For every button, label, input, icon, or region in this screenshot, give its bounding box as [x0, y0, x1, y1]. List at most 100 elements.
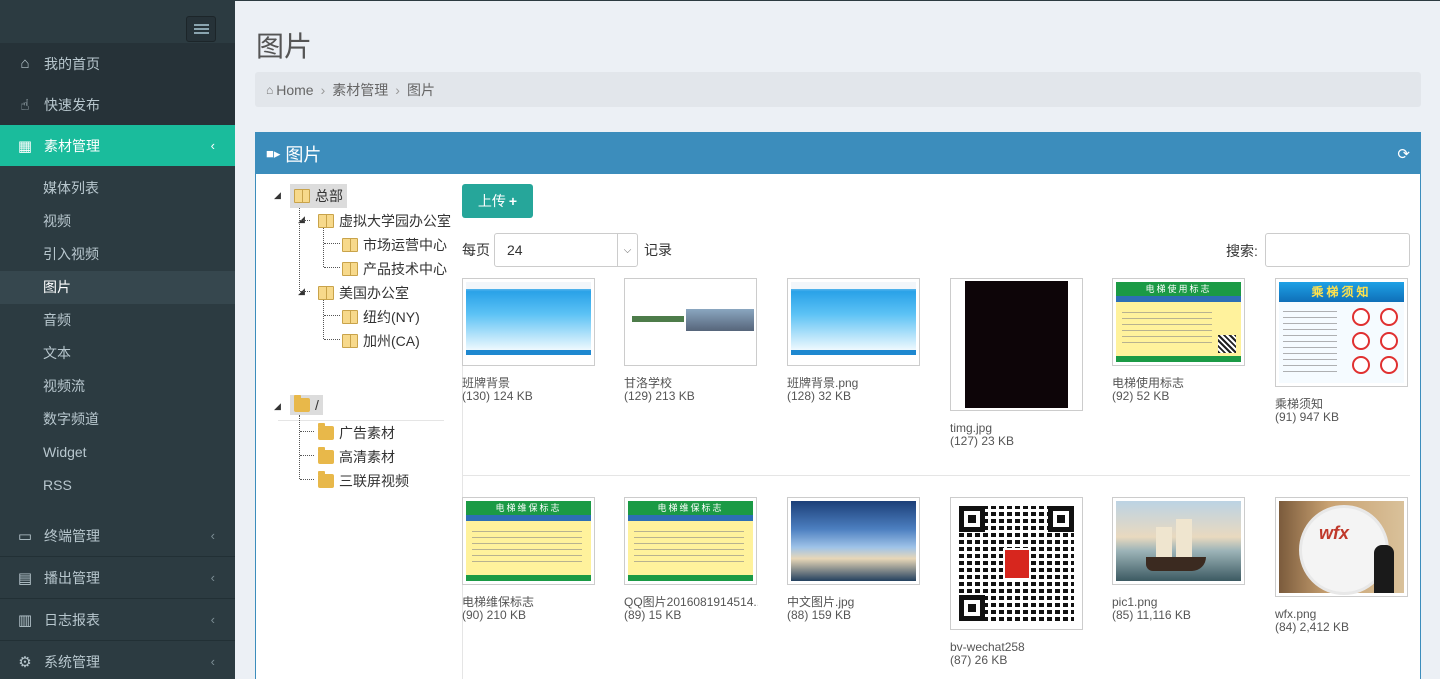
image-thumbnail[interactable]: 电梯维保标志 — [462, 497, 595, 585]
image-card[interactable]: timg.jpg (127) 23 KB — [950, 278, 1084, 447]
image-card[interactable]: bv-wechat258 (87) 26 KB — [950, 497, 1084, 666]
sidebar-item-reports[interactable]: ▥ 日志报表 ‹ — [0, 599, 235, 640]
hand-pointer-icon: ☝ — [20, 96, 30, 114]
tree-node-us-office[interactable]: 美国办公室 — [318, 283, 409, 303]
sidebar-item-label: 日志报表 — [44, 611, 100, 628]
sidebar-subitem-stream[interactable]: 视频流 — [0, 370, 235, 403]
sidebar-item-quick-publish[interactable]: ☝ 快速发布 — [0, 84, 235, 125]
sidebar-item-home[interactable]: ⌂ 我的首页 — [0, 43, 235, 84]
sidebar-item-label: 播出管理 — [44, 569, 100, 586]
sidebar-subitem-widget[interactable]: Widget — [0, 436, 235, 469]
sidebar-item-system[interactable]: ⚙ 系统管理 ‹ — [0, 641, 235, 679]
tree-node-label: / — [315, 397, 319, 413]
image-card[interactable]: 甘洛学校 (129) 213 KB — [624, 278, 758, 402]
grid-row-divider — [462, 475, 1410, 476]
plus-icon: + — [508, 193, 518, 209]
page-size-select[interactable]: 24 ⌵ — [494, 233, 638, 267]
sidebar-subitem-video[interactable]: 视频 — [0, 205, 235, 238]
tree-node-hq[interactable]: 总部 — [290, 184, 347, 208]
tree-node-ads[interactable]: 广告素材 — [318, 423, 395, 443]
thumbnail-art: 电梯维保标志 — [466, 501, 591, 581]
image-card[interactable]: 班牌背景.png (128) 32 KB — [787, 278, 921, 402]
sidebar-item-materials[interactable]: ▦ 素材管理 ‹ — [0, 125, 235, 166]
sidebar-top — [0, 0, 235, 42]
desktop-icon: ▭ — [17, 527, 33, 545]
sidebar-subitem-import-video[interactable]: 引入视频 — [0, 238, 235, 271]
breadcrumb-materials-link[interactable]: 素材管理 — [332, 80, 388, 100]
sidebar-subitem-images[interactable]: 图片 — [0, 271, 235, 304]
file-meta: (84) 2,412 KB — [1275, 620, 1350, 634]
panel-header: ■▸ 图片 ⟳ — [256, 133, 1420, 174]
image-card[interactable]: pic1.png (85) 11,116 KB — [1112, 497, 1246, 621]
tree-node-hd[interactable]: 高清素材 — [318, 447, 395, 467]
image-thumbnail[interactable]: 电梯维保标志 — [624, 497, 757, 585]
breadcrumb-separator: › — [320, 81, 326, 98]
thumbnail-art — [965, 281, 1068, 408]
tree-node-tech[interactable]: 产品技术中心 — [342, 259, 447, 279]
sidebar-subitem-text[interactable]: 文本 — [0, 337, 235, 370]
breadcrumb-home-link[interactable]: Home — [276, 82, 313, 98]
image-thumbnail[interactable] — [950, 278, 1083, 411]
tree-line — [300, 220, 310, 221]
home-icon: ⌂ — [266, 82, 274, 97]
image-card[interactable]: 乘梯须知 乘梯须知 (91) 947 KB — [1275, 278, 1409, 423]
page-size-value: 24 — [507, 242, 523, 258]
sidebar-subitem-media-list[interactable]: 媒体列表 — [0, 172, 235, 205]
image-thumbnail[interactable] — [787, 278, 920, 366]
sidebar-item-broadcast[interactable]: ▤ 播出管理 ‹ — [0, 557, 235, 598]
upload-button[interactable]: 上传 + — [462, 184, 533, 218]
file-meta: (85) 11,116 KB — [1112, 608, 1191, 622]
qrcode-icon: ▦ — [17, 137, 33, 155]
tree-expand-icon[interactable]: ◢ — [274, 190, 281, 201]
search-input[interactable] — [1265, 233, 1410, 267]
chevron-left-icon: ‹ — [210, 570, 215, 585]
image-card[interactable]: 电梯使用标志 电梯使用标志 (92) 52 KB — [1112, 278, 1246, 402]
tree-line — [299, 415, 300, 479]
tree-node-ny[interactable]: 纽约(NY) — [342, 307, 420, 327]
tree-line — [324, 315, 340, 316]
records-label: 记录 — [644, 242, 672, 258]
breadcrumb-current: 图片 — [406, 81, 435, 98]
tree-node-label: 虚拟大学园办公室 — [339, 213, 451, 229]
image-thumbnail[interactable]: 乘梯须知 — [1275, 278, 1408, 387]
image-thumbnail[interactable] — [787, 497, 920, 585]
materials-submenu: 媒体列表 视频 引入视频 图片 音频 文本 视频流 数字频道 Widget RS… — [0, 166, 235, 502]
sidebar-item-terminals[interactable]: ▭ 终端管理 ‹ — [0, 515, 235, 556]
thumbnail-art: 电梯维保标志 — [628, 501, 753, 581]
sidebar-toggle-button[interactable] — [186, 16, 216, 42]
tree-node-label: 三联屏视频 — [339, 473, 409, 489]
image-thumbnail[interactable] — [462, 278, 595, 366]
image-card[interactable]: 班牌背景 (130) 124 KB — [462, 278, 596, 402]
tree-node-campus-office[interactable]: 虚拟大学园办公室 — [318, 211, 451, 231]
tree-node-market[interactable]: 市场运营中心 — [342, 235, 447, 255]
image-card[interactable]: wfx wfx.png (84) 2,412 KB — [1275, 497, 1409, 633]
tree-node-ca[interactable]: 加州(CA) — [342, 331, 420, 351]
sidebar-subitem-digital-channel[interactable]: 数字频道 — [0, 403, 235, 436]
folder-icon — [318, 447, 334, 464]
sidebar: ⌂ 我的首页 ☝ 快速发布 ▦ 素材管理 ‹ 媒体列表 视频 引入视频 图片 音… — [0, 0, 235, 679]
image-card[interactable]: 电梯维保标志 QQ图片2016081914514... (89) 15 KB — [624, 497, 758, 621]
tree-node-label: 美国办公室 — [339, 285, 409, 301]
tree-line — [323, 299, 324, 339]
sidebar-subitem-audio[interactable]: 音频 — [0, 304, 235, 337]
file-meta: (127) 23 KB — [950, 434, 1015, 448]
upload-button-label: 上传 — [477, 193, 506, 209]
tree-node-root[interactable]: / — [290, 395, 323, 415]
refresh-icon[interactable]: ⟳ — [1397, 145, 1410, 163]
image-thumbnail[interactable] — [950, 497, 1083, 630]
tree-divider — [278, 420, 444, 421]
image-card[interactable]: 中文图片.jpg (88) 159 KB — [787, 497, 921, 621]
chevron-left-icon: ‹ — [210, 612, 215, 627]
sidebar-subitem-rss[interactable]: RSS — [0, 469, 235, 502]
main-content: 图片 ⌂ Home › 素材管理 › 图片 ■▸ 图片 ⟳ ◢ 总部 ◢ 虚拟大… — [235, 0, 1440, 679]
tree-node-label: 纽约(NY) — [363, 309, 420, 325]
image-thumbnail[interactable] — [624, 278, 757, 366]
image-thumbnail[interactable]: 电梯使用标志 — [1112, 278, 1245, 366]
tree-node-triple-screen[interactable]: 三联屏视频 — [318, 471, 409, 491]
tree-node-label: 总部 — [315, 188, 343, 204]
image-thumbnail[interactable] — [1112, 497, 1245, 585]
tree-expand-icon[interactable]: ◢ — [274, 401, 281, 412]
image-thumbnail[interactable]: wfx — [1275, 497, 1408, 597]
image-card[interactable]: 电梯维保标志 电梯维保标志 (90) 210 KB — [462, 497, 596, 621]
search-label: 搜索: — [1226, 243, 1258, 259]
